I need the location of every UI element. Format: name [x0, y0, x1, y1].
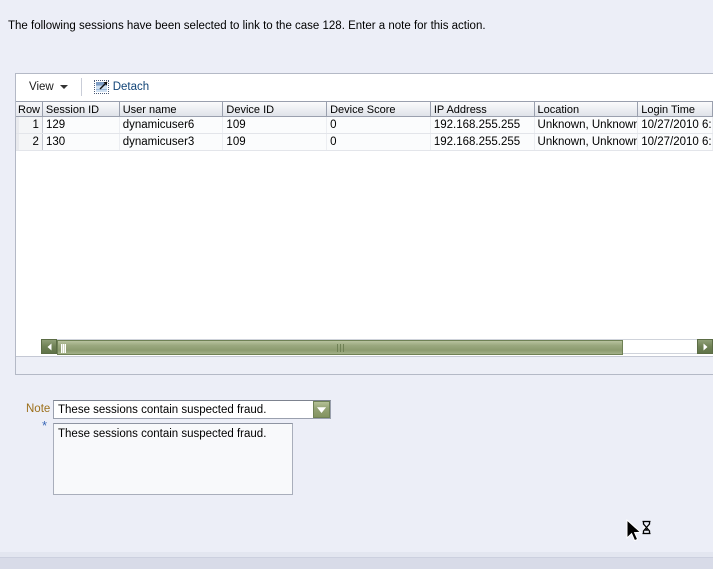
detach-label: Detach [112, 81, 150, 93]
toolbar-divider [80, 78, 82, 96]
column-header-device-id[interactable]: Device ID [223, 102, 328, 116]
table-body: 1 129 dynamicuser6 109 0 192.168.255.255… [16, 117, 713, 326]
cell-row: 2 [16, 134, 43, 150]
column-header-session-id[interactable]: Session ID [43, 102, 120, 116]
detach-button[interactable]: Detach [91, 79, 152, 95]
table-row[interactable]: 2 130 dynamicuser3 109 0 192.168.255.255… [16, 134, 713, 151]
cell-row: 1 [16, 117, 43, 133]
chevron-down-icon[interactable] [313, 401, 330, 418]
table-column-headers: Row Session ID User name Device ID Devic… [16, 101, 713, 117]
column-header-location[interactable]: Location [535, 102, 639, 116]
cell-device-id: 109 [223, 134, 328, 150]
table-status-bar [16, 356, 713, 374]
cell-user-name: dynamicuser3 [120, 134, 224, 150]
table-toolbar: View Detach [16, 74, 713, 101]
column-header-ip-address[interactable]: IP Address [431, 102, 535, 116]
cell-login-time: 10/27/2010 6: [638, 117, 713, 133]
scrollbar-track[interactable] [57, 339, 697, 355]
cell-device-id: 109 [223, 117, 328, 133]
note-textarea[interactable] [53, 423, 293, 495]
cell-device-score: 0 [327, 134, 431, 150]
table-horizontal-scrollbar[interactable] [41, 338, 713, 355]
diagonal-arrow-icon [99, 81, 108, 90]
arrow-right-icon[interactable] [697, 339, 713, 354]
detach-table-icon [93, 80, 109, 94]
cell-session-id: 130 [43, 134, 120, 150]
note-label: Note [26, 403, 51, 415]
cell-login-time: 10/27/2010 6: [638, 134, 713, 150]
cell-device-score: 0 [327, 117, 431, 133]
cell-user-name: dynamicuser6 [120, 117, 224, 133]
required-field-marker: * [42, 418, 48, 433]
cell-location: Unknown, Unknown, [535, 134, 639, 150]
table-row[interactable]: 1 129 dynamicuser6 109 0 192.168.255.255… [16, 117, 713, 134]
wizard-button-bar: Back Next Finish Cancel [0, 510, 713, 536]
scrollbar-grip-icon [61, 344, 66, 353]
note-select-value: These sessions contain suspected fraud. [58, 403, 267, 416]
column-header-device-score[interactable]: Device Score [327, 102, 431, 116]
cell-ip-address: 192.168.255.255 [431, 134, 535, 150]
view-menu-label: View [29, 81, 54, 93]
cell-location: Unknown, Unknown, [535, 117, 639, 133]
sessions-table-panel: View Detach Row Session ID User name Dev… [15, 73, 713, 375]
scrollbar-thumb[interactable] [57, 340, 624, 355]
view-menu-button[interactable]: View [24, 79, 75, 95]
footer-divider [0, 557, 713, 569]
column-header-login-time[interactable]: Login Time [638, 102, 713, 116]
note-select[interactable]: These sessions contain suspected fraud. [53, 400, 331, 419]
arrow-left-icon[interactable] [41, 339, 57, 354]
cell-ip-address: 192.168.255.255 [431, 117, 535, 133]
page-instruction: The following sessions have been selecte… [8, 20, 486, 32]
column-header-row[interactable]: Row [16, 102, 43, 116]
column-header-user-name[interactable]: User name [120, 102, 224, 116]
cell-session-id: 129 [43, 117, 120, 133]
chevron-down-icon [59, 85, 68, 89]
